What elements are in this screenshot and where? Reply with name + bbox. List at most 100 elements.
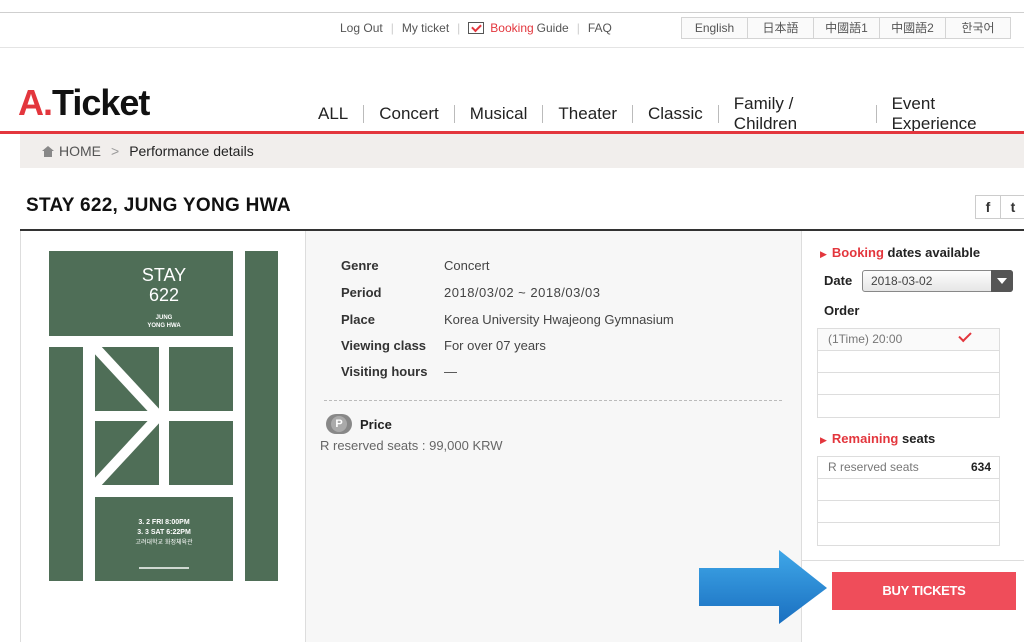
social-share: f t <box>975 195 1024 219</box>
order-option-label: (1Time) 20:00 <box>828 332 903 346</box>
date-select[interactable]: 2018-03-02 <box>862 270 1013 292</box>
lang-chinese-2[interactable]: 中國語2 <box>880 18 946 38</box>
guide-word: Guide <box>536 21 569 35</box>
divider <box>324 400 782 401</box>
logout-link[interactable]: Log Out <box>340 21 383 35</box>
poster-artist-line1: JUNG <box>156 315 173 321</box>
my-ticket-link[interactable]: My ticket <box>402 21 449 35</box>
heading-accent: Remaining <box>831 431 899 446</box>
lang-japanese[interactable]: 日本語 <box>748 18 814 38</box>
order-list: (1Time) 20:00 <box>817 328 1000 418</box>
triangle-right-icon: ▶ <box>820 249 827 259</box>
nav-theater[interactable]: Theater <box>558 104 617 124</box>
date-label: Date <box>824 273 853 288</box>
price-icon-letter: P <box>335 418 343 430</box>
logo-ticket: Ticket <box>52 82 150 123</box>
order-empty-row <box>818 351 999 373</box>
facebook-icon[interactable]: f <box>975 195 1001 219</box>
seat-empty-row <box>818 523 999 545</box>
nav-family-children[interactable]: Family / Children <box>734 94 861 134</box>
divider <box>453 105 455 123</box>
breadcrumb: HOME > Performance details <box>20 134 1024 168</box>
poster-title-line2: 622 <box>149 285 179 305</box>
booking-guide-link[interactable]: Booking Guide <box>468 21 569 35</box>
chevron-right-icon: > <box>111 143 120 159</box>
nav-classic[interactable]: Classic <box>648 104 703 124</box>
divider <box>875 105 877 123</box>
seat-count: 634 <box>970 460 991 474</box>
info-row-genre: Genre Concert <box>341 258 490 273</box>
twitter-icon[interactable]: t <box>1000 195 1024 219</box>
nav-concert[interactable]: Concert <box>379 104 439 124</box>
poster-date-2: 3. 3 SAT 6:22PM <box>137 529 191 536</box>
info-row-place: Place Korea University Hwajeong Gymnasiu… <box>341 312 674 327</box>
lang-english[interactable]: English <box>682 18 748 38</box>
checkmark-icon <box>958 328 972 343</box>
booking-word: Booking <box>490 21 534 35</box>
faq-link[interactable]: FAQ <box>588 21 612 35</box>
breadcrumb-home[interactable]: HOME <box>59 143 101 159</box>
poster-artist-line2: YONG HWA <box>147 323 181 329</box>
info-value: 2018/03/02 ~ 2018/03/03 <box>444 285 601 300</box>
remaining-seats-heading: ▶ Remaining seats <box>820 431 935 446</box>
poster-title-line1: STAY <box>142 265 186 285</box>
info-row-visiting-hours: Visiting hours — <box>341 364 457 379</box>
info-label: Visiting hours <box>341 364 428 379</box>
breadcrumb-current: Performance details <box>129 143 254 159</box>
info-label: Genre <box>341 258 379 273</box>
order-empty-row <box>818 395 999 417</box>
info-label: Place <box>341 312 375 327</box>
info-row-viewing-class: Viewing class For over 07 years <box>341 338 546 353</box>
triangle-right-icon: ▶ <box>820 435 827 445</box>
booking-dates-heading: ▶ Booking dates available <box>820 245 980 260</box>
lang-korean[interactable]: 한국어 <box>946 18 1010 38</box>
divider <box>363 105 365 123</box>
logo-a: A. <box>18 82 53 123</box>
remaining-seats-list: R reserved seats 634 <box>817 456 1000 546</box>
main-nav: ALL Concert Musical Theater Classic Fami… <box>318 94 1024 134</box>
info-row-period: Period 2018/03/02 ~ 2018/03/03 <box>341 285 600 300</box>
poster-column: STAY 622 JUNG YONG HWA 3. 2 FRI 8:00PM 3… <box>20 231 306 642</box>
divider <box>802 560 1024 561</box>
date-select-value: 2018-03-02 <box>871 274 933 288</box>
divider <box>632 105 633 123</box>
info-value: — <box>444 364 457 379</box>
arrow-pointer-icon <box>699 550 827 624</box>
heading-accent: Booking <box>831 245 884 260</box>
order-label: Order <box>824 303 860 318</box>
info-value: For over 07 years <box>444 338 546 353</box>
nav-musical[interactable]: Musical <box>470 104 528 124</box>
utility-bar: Log Out | My ticket | Booking Guide | FA… <box>0 12 1024 48</box>
divider <box>542 105 544 123</box>
divider <box>717 105 719 123</box>
seat-row: R reserved seats 634 <box>818 457 999 479</box>
site-logo[interactable]: A.Ticket <box>18 82 150 124</box>
nav-event-experience[interactable]: Event Experience <box>892 94 1024 134</box>
divider: | <box>390 21 394 35</box>
heading-rest: dates available <box>887 245 981 260</box>
info-value: Concert <box>444 258 490 273</box>
home-icon <box>42 145 54 157</box>
poster-date-1: 3. 2 FRI 8:00PM <box>138 519 190 526</box>
order-empty-row <box>818 373 999 395</box>
seat-grade: R reserved seats <box>828 460 919 474</box>
chevron-down-icon <box>991 270 1013 292</box>
language-selector: English 日本語 中國語1 中國語2 한국어 <box>681 17 1011 39</box>
event-poster: STAY 622 JUNG YONG HWA 3. 2 FRI 8:00PM 3… <box>49 251 278 581</box>
poster-venue: 고려대학교 화정체육관 <box>135 538 193 546</box>
heading-rest: seats <box>902 431 936 446</box>
calendar-check-icon <box>468 22 485 34</box>
page-title: STAY 622, JUNG YONG HWA <box>26 195 291 216</box>
buy-tickets-button[interactable]: BUY TICKETS <box>832 572 1016 610</box>
price-value: R reserved seats : 99,000 KRW <box>320 438 503 453</box>
lang-chinese-1[interactable]: 中國語1 <box>814 18 880 38</box>
info-label: Viewing class <box>341 338 427 353</box>
divider: | <box>457 21 461 35</box>
info-value: Korea University Hwajeong Gymnasium <box>444 312 674 327</box>
order-option[interactable]: (1Time) 20:00 <box>818 328 999 351</box>
seat-empty-row <box>818 479 999 501</box>
price-label: Price <box>360 417 392 432</box>
divider: | <box>576 21 580 35</box>
nav-all[interactable]: ALL <box>318 104 348 124</box>
price-icon: P <box>326 414 352 434</box>
